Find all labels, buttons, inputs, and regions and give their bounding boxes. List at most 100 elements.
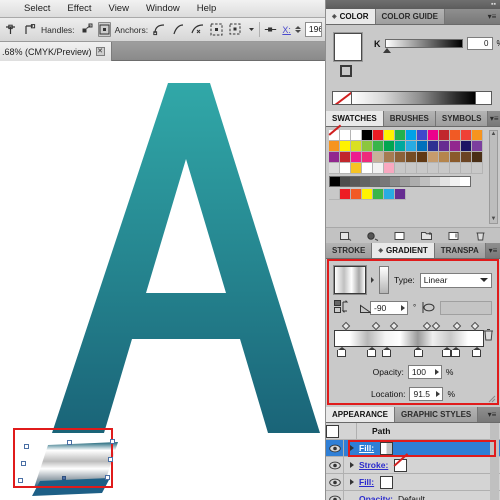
- swatch-grid[interactable]: [329, 130, 497, 174]
- swatch-cell[interactable]: [428, 163, 439, 174]
- x-stepper[interactable]: [294, 26, 301, 33]
- disclosure-triangle-icon[interactable]: [344, 478, 359, 486]
- stop-swatch[interactable]: [413, 350, 423, 357]
- gray-swatch[interactable]: [390, 177, 400, 186]
- appearance-row-list[interactable]: Path Fill: Stroke: Fill: Opacity: Default: [326, 423, 500, 500]
- swatch-cell[interactable]: [351, 189, 362, 200]
- swatch-cell[interactable]: [428, 141, 439, 152]
- menu-item-view[interactable]: View: [107, 2, 131, 15]
- tab-graphic-styles[interactable]: GRAPHIC STYLES: [395, 407, 479, 422]
- selection-handle-tl[interactable]: [24, 444, 29, 449]
- stop-swatch[interactable]: [367, 350, 376, 357]
- swatch-cell[interactable]: [417, 141, 428, 152]
- tab-color[interactable]: ◈ COLOR: [326, 9, 376, 24]
- swatch-cell[interactable]: [362, 152, 373, 163]
- gradient-angle-input[interactable]: -90: [370, 300, 408, 315]
- scroll-up-icon[interactable]: ▲: [491, 131, 497, 138]
- swatch-cell[interactable]: [439, 163, 450, 174]
- disclosure-triangle-icon[interactable]: [344, 461, 359, 469]
- swatch-bottom-row[interactable]: [329, 189, 497, 200]
- k-channel-slider[interactable]: [382, 39, 463, 53]
- gray-swatch[interactable]: [400, 177, 410, 186]
- gradient-midpoint-diamond[interactable]: [431, 321, 441, 331]
- swatch-cell[interactable]: [406, 130, 417, 141]
- appearance-panel-menu-icon[interactable]: ▾≡: [484, 407, 500, 422]
- gradient-midpoint-diamond[interactable]: [422, 321, 432, 331]
- selection-anchor-bc[interactable]: [62, 476, 66, 480]
- gray-swatch[interactable]: [370, 177, 380, 186]
- swatch-cell[interactable]: [351, 130, 362, 141]
- fill-gradient-chip[interactable]: [380, 441, 394, 455]
- swatch-cell[interactable]: [461, 152, 472, 163]
- menu-item-window[interactable]: Window: [144, 2, 182, 15]
- close-icon[interactable]: ✕: [95, 47, 105, 56]
- gradient-panel-menu-icon[interactable]: ▾≡: [486, 243, 500, 258]
- swatch-cell[interactable]: [439, 130, 450, 141]
- gradient-midpoint-markers[interactable]: [334, 321, 484, 331]
- fill-white-chip[interactable]: [380, 475, 394, 489]
- swatch-cell[interactable]: [417, 163, 428, 174]
- stop-swatch[interactable]: [382, 350, 391, 357]
- remove-anchor-icon[interactable]: [190, 22, 205, 37]
- convert-to-corner-icon[interactable]: [152, 22, 167, 37]
- gradient-location-input[interactable]: 91.5: [409, 387, 444, 401]
- menu-item-effect[interactable]: Effect: [65, 2, 93, 15]
- tab-color-guide[interactable]: COLOR GUIDE: [375, 9, 445, 24]
- swatch-cell[interactable]: [373, 163, 384, 174]
- stop-swatch[interactable]: [442, 350, 451, 357]
- none-color-icon[interactable]: [332, 91, 352, 105]
- gray-swatch[interactable]: [360, 177, 370, 186]
- swatch-cell[interactable]: [406, 163, 417, 174]
- swatch-cell[interactable]: [461, 130, 472, 141]
- gradient-midpoint-diamond[interactable]: [341, 321, 351, 331]
- swatch-cell[interactable]: [461, 163, 472, 174]
- gray-swatch[interactable]: [330, 177, 340, 186]
- location-stepper-icon[interactable]: [436, 391, 441, 397]
- swatch-cell[interactable]: [395, 152, 406, 163]
- fill-swatch[interactable]: [334, 33, 362, 61]
- swatch-cell[interactable]: [340, 189, 351, 200]
- swatch-cell[interactable]: [472, 130, 483, 141]
- appearance-row[interactable]: Fill:: [326, 474, 500, 491]
- gradient-presets-caret-icon[interactable]: [371, 277, 374, 283]
- swatch-cell[interactable]: [395, 141, 406, 152]
- gradient-color-stop[interactable]: [382, 347, 391, 357]
- swatch-cell[interactable]: [472, 141, 483, 152]
- swatch-cell[interactable]: [340, 130, 351, 141]
- appearance-scrollbar[interactable]: [490, 423, 499, 500]
- gray-swatch[interactable]: [430, 177, 440, 186]
- gradient-midpoint-diamond[interactable]: [470, 321, 480, 331]
- swatch-cell[interactable]: [329, 130, 340, 141]
- selection-handle-mr[interactable]: [108, 457, 113, 462]
- gradient-color-stop[interactable]: [442, 347, 451, 357]
- delete-stop-icon[interactable]: [483, 328, 494, 341]
- tab-stroke[interactable]: STROKE: [326, 243, 373, 258]
- swatch-cell[interactable]: [450, 152, 461, 163]
- swatch-cell[interactable]: [450, 163, 461, 174]
- swatch-cell[interactable]: [384, 163, 395, 174]
- appearance-row[interactable]: Opacity: Default: [326, 491, 500, 500]
- swatch-cell[interactable]: [340, 163, 351, 174]
- gray-swatch[interactable]: [410, 177, 420, 186]
- swatch-cell[interactable]: [439, 141, 450, 152]
- swatch-cell[interactable]: [384, 152, 395, 163]
- swatch-cell[interactable]: [373, 130, 384, 141]
- swatch-cell[interactable]: [450, 141, 461, 152]
- tab-transparency[interactable]: TRANSPA: [434, 243, 486, 258]
- gradient-color-stops[interactable]: [334, 347, 484, 357]
- stop-swatch[interactable]: [337, 350, 346, 357]
- dock-collapse-icon[interactable]: ▪▪: [491, 1, 496, 8]
- selection-handle-br[interactable]: [105, 475, 110, 480]
- swatch-cell[interactable]: [351, 152, 362, 163]
- selection-handle-ml[interactable]: [21, 461, 26, 466]
- stroke-swatch[interactable]: [340, 65, 352, 77]
- swatch-cell[interactable]: [362, 141, 373, 152]
- visibility-eye-icon[interactable]: [326, 440, 344, 456]
- gradient-color-stop[interactable]: [472, 347, 481, 357]
- swatches-scrollbar[interactable]: ▲ ▼: [489, 130, 498, 224]
- color-spectrum-bar[interactable]: [352, 91, 476, 105]
- show-handles-icon[interactable]: [79, 22, 94, 37]
- gray-swatch[interactable]: [440, 177, 450, 186]
- swatch-cell[interactable]: [384, 141, 395, 152]
- swatch-cell[interactable]: [373, 189, 384, 200]
